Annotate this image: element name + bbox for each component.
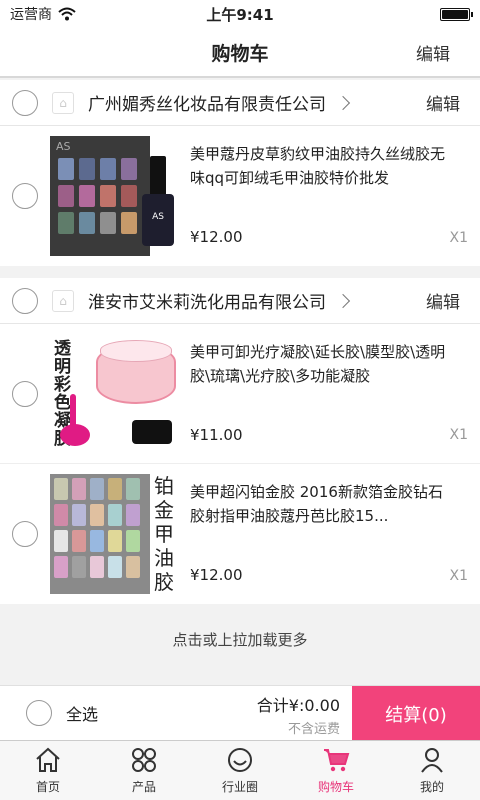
item-title[interactable]: 美甲蔻丹皮草豹纹甲油胶持久丝绒胶无味qq可卸绒毛甲油胶特价批发 bbox=[190, 142, 450, 190]
tab-products[interactable]: 产品 bbox=[96, 741, 192, 800]
chevron-right-icon[interactable] bbox=[335, 293, 351, 308]
item-select-radio[interactable] bbox=[12, 521, 38, 547]
product-image[interactable]: 铂金甲油胶 bbox=[50, 474, 178, 594]
shop-logo-icon: ⌂ bbox=[52, 289, 74, 312]
item-select-radio[interactable] bbox=[12, 183, 38, 209]
item-select-radio[interactable] bbox=[12, 380, 38, 407]
tab-me[interactable]: 我的 bbox=[384, 741, 480, 800]
item-title[interactable]: 美甲超闪铂金胶 2016新款箔金胶钻石胶射指甲油胶蔻丹芭比胶15... bbox=[190, 480, 450, 528]
tab-bar: 首页 产品 行业圈 购物车 我的 bbox=[0, 740, 480, 800]
shop-logo-icon: ⌂ bbox=[52, 91, 74, 114]
wifi-icon bbox=[58, 7, 76, 21]
item-title[interactable]: 美甲可卸光疗凝胶\延长胶\膜型胶\透明胶\琉璃\光疗胶\多功能凝胶 bbox=[190, 340, 450, 388]
shop-group: ⌂ 广州媚秀丝化妆品有限责任公司 编辑 AS AS 美甲蔻丹皮草豹纹甲油胶持久丝… bbox=[0, 80, 480, 266]
item-quantity: X1 bbox=[449, 568, 469, 584]
page-title: 购物车 bbox=[211, 42, 269, 65]
product-image-caption: 铂金甲油胶 bbox=[150, 474, 178, 594]
item-price: ¥12.00 bbox=[190, 228, 243, 246]
tab-label: 首页 bbox=[35, 780, 60, 794]
shop-header: ⌂ 淮安市艾米莉洗化用品有限公司 编辑 bbox=[0, 278, 480, 324]
totals: 合计¥:0.00 不含运费 bbox=[257, 692, 340, 737]
nav-bar: 购物车 编辑 bbox=[0, 28, 480, 78]
tab-label: 产品 bbox=[131, 780, 156, 794]
select-all-label[interactable]: 全选 bbox=[66, 701, 98, 725]
item-info: 美甲可卸光疗凝胶\延长胶\膜型胶\透明胶\琉璃\光疗胶\多功能凝胶 ¥11.00 bbox=[190, 334, 450, 454]
carrier-label: 运营商 bbox=[10, 7, 52, 23]
item-price: ¥11.00 bbox=[190, 425, 243, 444]
tab-label: 行业圈 bbox=[221, 780, 258, 794]
cart-icon bbox=[324, 749, 350, 772]
checkout-button[interactable]: 结算(0) bbox=[352, 686, 480, 741]
select-all-radio[interactable] bbox=[26, 700, 52, 726]
product-image-brand: AS bbox=[56, 140, 71, 153]
shop-group: ⌂ 淮安市艾米莉洗化用品有限公司 编辑 透明彩色凝胶 美甲可卸光疗凝胶\延长胶\… bbox=[0, 278, 480, 604]
tab-home[interactable]: 首页 bbox=[0, 741, 96, 800]
shipping-note: 不含运费 bbox=[287, 722, 340, 737]
shop-select-radio[interactable] bbox=[12, 287, 38, 314]
product-image[interactable]: AS AS bbox=[50, 136, 178, 256]
chevron-right-icon[interactable] bbox=[335, 95, 351, 110]
status-bar: 运营商 上午9:41 bbox=[0, 0, 480, 28]
cart-item: 透明彩色凝胶 美甲可卸光疗凝胶\延长胶\膜型胶\透明胶\琉璃\光疗胶\多功能凝胶… bbox=[0, 324, 480, 464]
user-icon bbox=[421, 748, 443, 773]
item-info: 美甲超闪铂金胶 2016新款箔金胶钻石胶射指甲油胶蔻丹芭比胶15... ¥12.… bbox=[190, 474, 450, 594]
smile-icon bbox=[228, 748, 252, 772]
cart-item: AS AS 美甲蔻丹皮草豹纹甲油胶持久丝绒胶无味qq可卸绒毛甲油胶特价批发 ¥1… bbox=[0, 126, 480, 266]
shop-header: ⌂ 广州媚秀丝化妆品有限责任公司 编辑 bbox=[0, 80, 480, 126]
tab-label: 购物车 bbox=[317, 780, 354, 794]
checkout-bar: 全选 合计¥:0.00 不含运费 结算(0) bbox=[0, 685, 480, 741]
item-quantity: X1 bbox=[449, 230, 469, 246]
shop-select-radio[interactable] bbox=[12, 89, 38, 116]
shop-name[interactable]: 淮安市艾米莉洗化用品有限公司 bbox=[88, 288, 326, 313]
edit-button[interactable]: 编辑 bbox=[416, 40, 450, 65]
total-amount: 合计¥:0.00 bbox=[256, 696, 340, 715]
tab-industry[interactable]: 行业圈 bbox=[192, 741, 288, 800]
item-quantity: X1 bbox=[449, 427, 469, 443]
cart-content: ⌂ 广州媚秀丝化妆品有限责任公司 编辑 AS AS 美甲蔻丹皮草豹纹甲油胶持久丝… bbox=[0, 80, 480, 685]
item-price: ¥12.00 bbox=[190, 566, 243, 584]
product-image[interactable]: 透明彩色凝胶 bbox=[50, 333, 178, 454]
tab-cart[interactable]: 购物车 bbox=[288, 741, 384, 800]
shop-edit-button[interactable]: 编辑 bbox=[426, 288, 460, 313]
grid-icon bbox=[132, 748, 156, 772]
tab-label: 我的 bbox=[419, 780, 444, 794]
shop-edit-button[interactable]: 编辑 bbox=[426, 90, 460, 115]
home-icon bbox=[36, 747, 60, 772]
shop-name[interactable]: 广州媚秀丝化妆品有限责任公司 bbox=[88, 90, 326, 115]
load-more-button[interactable]: 点击或上拉加载更多 bbox=[0, 604, 480, 674]
cart-item: 铂金甲油胶 美甲超闪铂金胶 2016新款箔金胶钻石胶射指甲油胶蔻丹芭比胶15..… bbox=[0, 464, 480, 604]
item-info: 美甲蔻丹皮草豹纹甲油胶持久丝绒胶无味qq可卸绒毛甲油胶特价批发 ¥12.00 bbox=[190, 136, 450, 256]
battery-icon bbox=[440, 8, 473, 21]
